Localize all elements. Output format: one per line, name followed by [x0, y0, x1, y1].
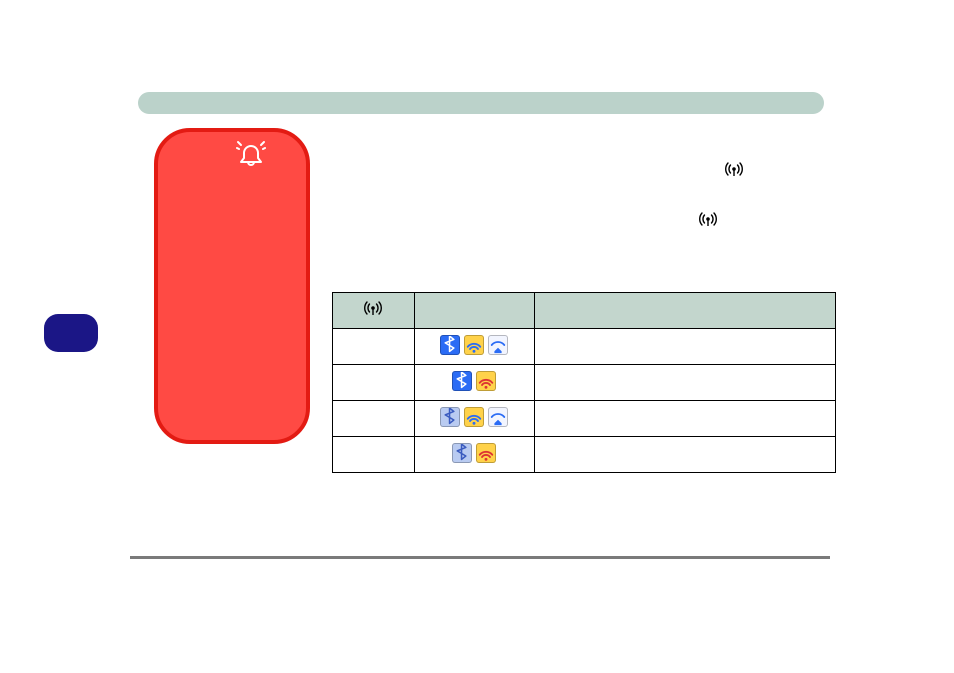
table-header-cell	[414, 293, 534, 329]
table-header-cell	[534, 293, 835, 329]
bluetooth-on-icon	[452, 371, 472, 391]
3g-on-icon	[488, 407, 508, 427]
table-cell	[333, 437, 415, 473]
3g-on-icon	[488, 335, 508, 355]
table-header-row	[333, 293, 836, 329]
wifi-off-icon	[476, 371, 496, 391]
side-badge	[44, 314, 98, 352]
table-row	[333, 437, 836, 473]
tray-icon-group	[452, 371, 496, 391]
table-cell-icons	[414, 329, 534, 365]
wifi-on-icon	[464, 335, 484, 355]
table-cell	[534, 329, 835, 365]
antenna-icon	[699, 210, 717, 231]
wifi-on-icon	[464, 407, 484, 427]
antenna-icon	[364, 299, 382, 322]
table-cell-icons	[414, 365, 534, 401]
section-header-band	[138, 92, 824, 114]
table-cell-icons	[414, 437, 534, 473]
table-header-cell	[333, 293, 415, 329]
bluetooth-off-icon	[452, 443, 472, 463]
tray-icon-group	[452, 443, 496, 463]
bell-icon	[236, 140, 266, 168]
antenna-icon	[725, 160, 743, 181]
tray-icon-group	[440, 335, 508, 355]
bluetooth-off-icon	[440, 407, 460, 427]
table-cell	[534, 437, 835, 473]
wireless-status-table	[332, 292, 836, 473]
table-cell	[333, 401, 415, 437]
table-cell	[534, 401, 835, 437]
bluetooth-on-icon	[440, 335, 460, 355]
table-cell	[333, 329, 415, 365]
table-cell	[534, 365, 835, 401]
table-row	[333, 401, 836, 437]
warning-panel	[154, 128, 310, 444]
table-row	[333, 329, 836, 365]
horizontal-rule	[130, 556, 830, 559]
table-row	[333, 365, 836, 401]
table-cell-icons	[414, 401, 534, 437]
wifi-off-icon	[476, 443, 496, 463]
tray-icon-group	[440, 407, 508, 427]
table-cell	[333, 365, 415, 401]
